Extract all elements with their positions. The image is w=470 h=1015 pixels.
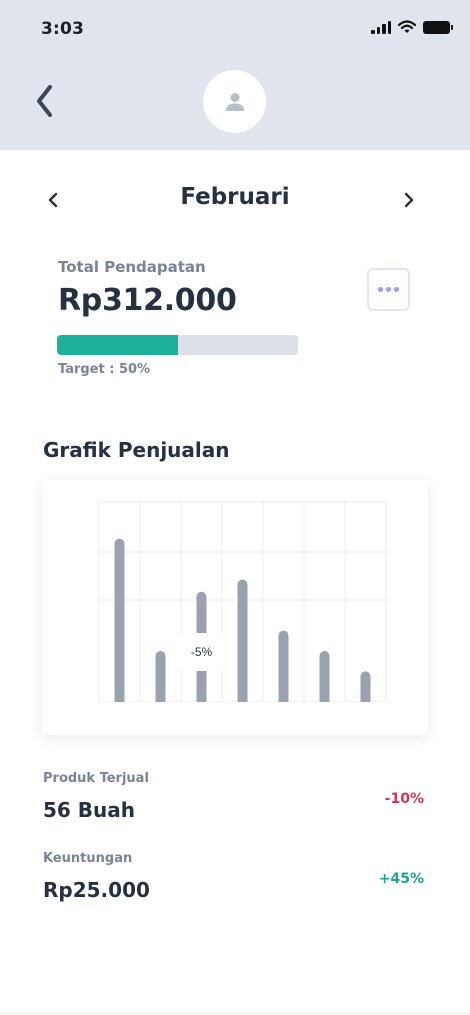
total-income-label: Total Pendapatan [58,258,206,276]
products-sold-change: -10% [384,791,424,807]
target-progress-bar [57,335,298,355]
chart-bar[interactable] [278,630,289,706]
chart-tooltip-label: -5% [191,645,213,659]
back-button[interactable] [30,82,60,120]
chart-bar[interactable] [114,538,125,706]
more-options-button[interactable] [367,268,410,311]
chart-bar[interactable] [319,650,330,706]
products-sold-value: 56 Buah [43,798,136,822]
total-income-value: Rp312.000 [58,283,237,318]
status-time: 3:03 [41,19,85,39]
top-header: 3:03 [0,0,470,150]
progress-fill [57,335,178,355]
battery-icon [423,20,453,34]
profit-value: Rp25.000 [43,878,150,902]
chart-tooltip: -5% [175,633,228,671]
status-icons [371,20,453,34]
bottom-divider [0,1013,470,1014]
chart-bar[interactable] [360,671,371,706]
target-label: Target : 50% [58,362,151,377]
signal-icon [371,20,391,34]
ellipsis-icon [378,287,383,292]
chevron-left-icon [37,85,52,117]
month-selector: Februari [0,180,470,220]
next-month-button[interactable] [398,188,420,212]
chart-bar[interactable] [237,579,248,706]
products-sold-label: Produk Terjual [43,771,149,786]
avatar[interactable] [203,70,266,133]
sales-bar-chart: -5% [98,501,387,708]
chart-bar[interactable] [155,650,166,706]
chevron-right-icon [404,192,414,208]
profit-change: +45% [378,871,424,887]
sales-chart-title: Grafik Penjualan [43,438,230,462]
sales-chart-card: -5% [42,480,428,735]
profit-label: Keuntungan [43,851,133,866]
user-icon [225,92,244,111]
wifi-icon [398,20,416,33]
